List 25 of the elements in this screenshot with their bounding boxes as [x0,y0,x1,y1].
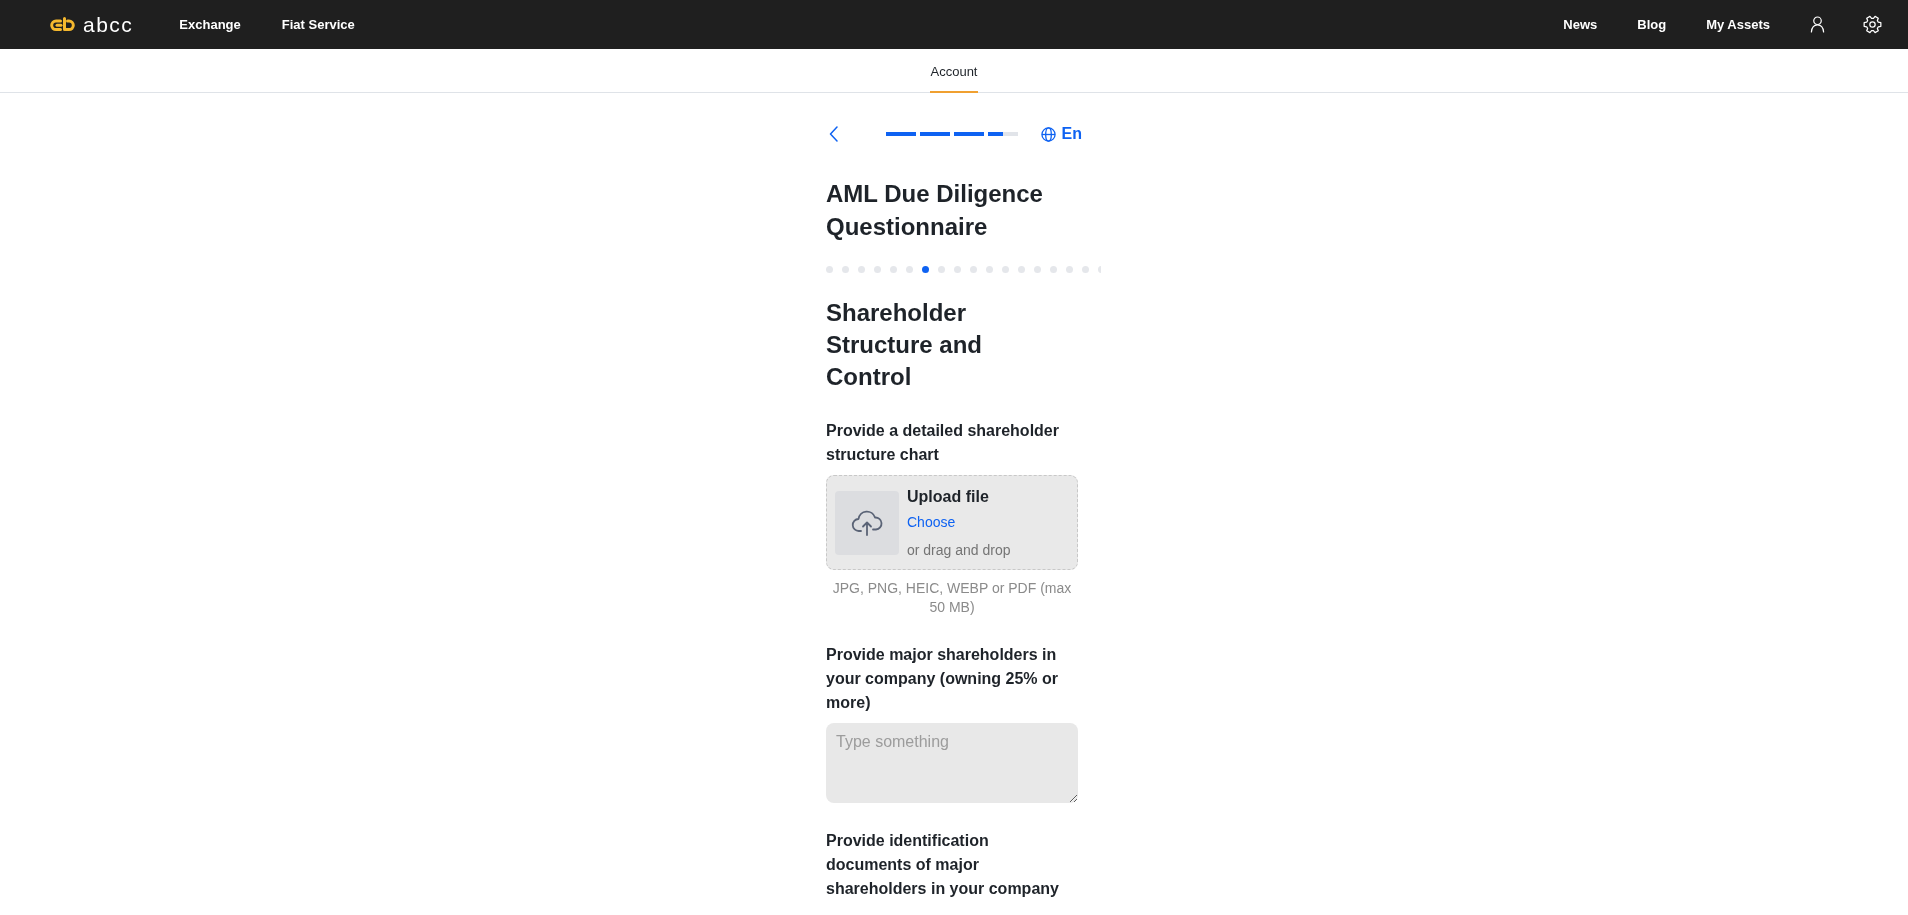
user-icon[interactable] [1810,16,1825,33]
choose-link[interactable]: Choose [907,511,956,532]
drag-drop-text: or drag and drop [907,540,1011,560]
question-label: Provide identification documents of major shareholders in your company [826,831,1060,899]
upload-dropzone[interactable]: Upload file Choose or drag and drop [826,475,1078,570]
nav-link[interactable]: Blog [1637,17,1667,32]
question-label: Provide major shareholders in your company (owning 25% or more) [826,645,1060,713]
file-format-hint: JPG, PNG, HEIC, WEBP or PDF (max 50 MB) [831,579,1073,617]
nav-link[interactable]: Exchange [179,17,241,32]
section-heading: Shareholder Structure and Control [826,298,984,392]
settings-icon[interactable] [1863,15,1882,34]
question-label: Provide a detailed shareholder structure chart [826,421,1060,465]
nav-link[interactable]: My Assets [1706,17,1770,32]
tab[interactable]: Account [929,49,979,93]
logo-icon[interactable] [50,16,75,33]
brand-name[interactable]: abcc [83,12,134,37]
language-button[interactable]: En [1040,125,1082,143]
nav-link[interactable]: Fiat Service [281,17,355,32]
answer-field[interactable]: Type something [826,723,1078,803]
upload-title: Upload file [907,486,989,507]
chevron-left-icon[interactable] [829,126,838,142]
cloud-upload-icon [835,490,899,555]
page-title: AML Due Diligence Questionnaire [826,179,1044,242]
nav-link[interactable]: News [1563,17,1598,32]
globe-icon [1040,126,1056,142]
